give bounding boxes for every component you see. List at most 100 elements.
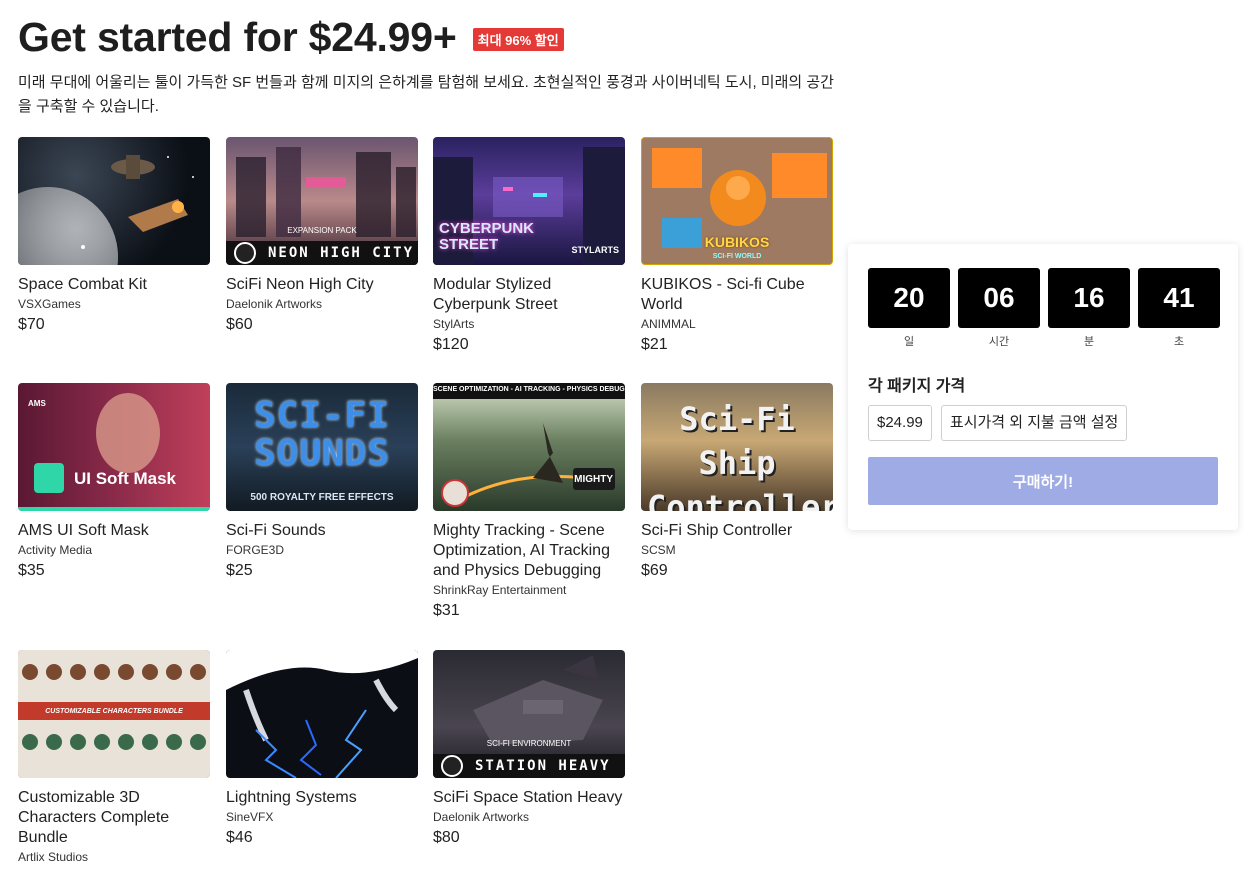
product-publisher: SineVFX [226, 810, 274, 824]
countdown-days-value: 20 [868, 268, 950, 328]
page-title: Get started for $24.99+ [18, 14, 457, 60]
product-price: $70 [18, 316, 45, 333]
thumb-subtitle: STYLARTS [571, 245, 619, 255]
product-card[interactable]: Lightning Systems SineVFX $46 [226, 650, 418, 847]
product-thumbnail[interactable]: KUBIKOS SCI-FI WORLD [641, 137, 833, 265]
product-price: $21 [641, 336, 668, 353]
thumb-title: STATION HEAVY [475, 758, 611, 774]
product-thumbnail[interactable]: AMS UI Soft Mask [18, 383, 210, 511]
countdown-hours-value: 06 [958, 268, 1040, 328]
product-thumbnail[interactable]: Sci-Fi Ship Controller [641, 383, 833, 511]
tier-price-label: 각 패키지 가격 [868, 378, 966, 395]
thumb-title: CUSTOMIZABLE CHARACTERS BUNDLE [45, 708, 183, 715]
product-thumbnail[interactable]: CYBERPUNK STREET STYLARTS [433, 137, 625, 265]
product-card[interactable]: Sci-Fi Ship Controller Sci-Fi Ship Contr… [641, 383, 833, 580]
product-publisher: VSXGames [18, 297, 81, 311]
product-publisher: Artlix Studios [18, 850, 89, 864]
product-price: $31 [433, 602, 460, 619]
countdown-minutes: 16 분 [1048, 268, 1130, 349]
countdown-days: 20 일 [868, 268, 950, 349]
product-title[interactable]: SciFi Neon High City [226, 275, 418, 295]
product-price: $80 [433, 829, 460, 846]
product-card[interactable]: AMS UI Soft Mask AMS UI Soft Mask Activi… [18, 383, 210, 580]
product-card[interactable]: KUBIKOS SCI-FI WORLD KUBIKOS - Sci-fi Cu… [641, 137, 833, 354]
product-publisher: ShrinkRay Entertainment [433, 583, 567, 597]
thumb-title: CYBERPUNK STREET [439, 220, 535, 253]
daelonik-logo-icon [441, 755, 463, 777]
product-publisher: SCSM [641, 543, 676, 557]
product-title[interactable]: Space Combat Kit [18, 275, 210, 295]
price-options: $24.99 표시가격 외 지불 금액 설정 [868, 405, 1128, 441]
buy-button[interactable]: 구매하기! [868, 457, 1218, 505]
product-price: $46 [226, 829, 253, 846]
product-card[interactable]: SCI-FI SOUNDS 500 ROYALTY FREE EFFECTS S… [226, 383, 418, 580]
custom-amount-button[interactable]: 표시가격 외 지불 금액 설정 [940, 405, 1128, 441]
product-thumbnail[interactable]: CUSTOMIZABLE CHARACTERS BUNDLE [18, 650, 210, 778]
countdown-seconds: 41 초 [1138, 268, 1220, 349]
product-price: $60 [226, 316, 253, 333]
product-card[interactable]: Space Combat Kit VSXGames $70 [18, 137, 210, 334]
space-scene-image [18, 155, 194, 265]
bundle-description: 미래 무대에 어울리는 툴이 가득한 SF 번들과 함께 미지의 은하계를 탐험… [18, 74, 834, 115]
thumb-subtitle: SCI-FI WORLD [712, 253, 762, 260]
product-title[interactable]: Sci-Fi Ship Controller [641, 521, 833, 541]
product-thumbnail[interactable] [18, 137, 210, 265]
countdown-minutes-label: 분 [1083, 336, 1095, 348]
bundle-header: Get started for $24.99+ 최대 96% 할인 미래 무대에… [18, 14, 848, 119]
title-strip: NEON HIGH CITY [226, 241, 418, 265]
countdown-seconds-label: 초 [1173, 336, 1185, 348]
product-card[interactable]: CUSTOMIZABLE CHARACTERS BUNDLE Customiza… [18, 650, 210, 869]
product-thumbnail[interactable]: EXPANSION PACK NEON HIGH CITY [226, 137, 418, 265]
product-publisher: FORGE3D [226, 543, 285, 557]
thumb-subtitle: MIGHTY [574, 474, 613, 485]
product-publisher: Daelonik Artworks [226, 297, 323, 311]
product-thumbnail[interactable] [226, 650, 418, 778]
thumb-subtitle: 500 ROYALTY FREE EFFECTS [250, 492, 394, 503]
countdown-minutes-value: 16 [1048, 268, 1130, 328]
thumb-subtitle: SCI-FI ENVIRONMENT [486, 739, 572, 748]
countdown-seconds-value: 41 [1138, 268, 1220, 328]
product-publisher: ANIMMAL [641, 317, 696, 331]
thumb-title: NEON HIGH CITY [268, 245, 415, 261]
lightning-image [226, 650, 418, 778]
thumb-title: UI Soft Mask [74, 469, 177, 488]
product-thumbnail[interactable]: SCENE OPTIMIZATION - AI TRACKING - PHYSI… [433, 383, 625, 511]
product-publisher: Activity Media [18, 543, 93, 557]
product-price: $69 [641, 562, 668, 579]
product-publisher: Daelonik Artworks [433, 810, 530, 824]
product-card[interactable]: SCENE OPTIMIZATION - AI TRACKING - PHYSI… [433, 383, 625, 620]
product-title[interactable]: Mighty Tracking - Scene Optimization, AI… [433, 521, 625, 581]
countdown-days-label: 일 [903, 336, 915, 348]
mighty-tracking-image [441, 423, 615, 507]
thumb-title: Sci-Fi Ship Controller [647, 400, 833, 511]
discount-badge: 최대 96% 할인 [472, 28, 564, 51]
countdown-hours: 06 시간 [958, 268, 1040, 349]
product-card[interactable]: EXPANSION PACK NEON HIGH CITY SciFi Neon… [226, 137, 418, 334]
soft-mask-logo-icon [34, 463, 64, 493]
thumb-subtitle: AMS [28, 399, 46, 408]
title-strip: STATION HEAVY [433, 754, 625, 778]
thumb-title: KUBIKOS [704, 234, 770, 250]
product-price: $35 [18, 562, 45, 579]
product-price: $120 [433, 336, 469, 353]
product-title[interactable]: Modular Stylized Cyberpunk Street [433, 275, 625, 315]
product-title[interactable]: Customizable 3D Characters Complete Bund… [18, 788, 210, 848]
product-card[interactable]: CYBERPUNK STREET STYLARTS Modular Styliz… [433, 137, 625, 354]
thumb-subtitle: EXPANSION PACK [287, 226, 357, 235]
product-thumbnail[interactable]: SCI-FI ENVIRONMENT STATION HEAVY [433, 650, 625, 778]
product-title[interactable]: Sci-Fi Sounds [226, 521, 418, 541]
product-title[interactable]: KUBIKOS - Sci-fi Cube World [641, 275, 833, 315]
product-thumbnail[interactable]: SCI-FI SOUNDS 500 ROYALTY FREE EFFECTS [226, 383, 418, 511]
product-title[interactable]: AMS UI Soft Mask [18, 521, 210, 541]
price-option-button[interactable]: $24.99 [868, 405, 932, 441]
product-price: $25 [226, 562, 253, 579]
product-publisher: StylArts [433, 317, 475, 331]
purchase-panel: 20 일 06 시간 16 분 41 초 각 패키지 가격 $24.99 표시가… [848, 244, 1238, 530]
daelonik-logo-icon [234, 242, 256, 264]
product-title[interactable]: Lightning Systems [226, 788, 418, 808]
thumb-title: SCI-FI SOUNDS [253, 395, 391, 474]
product-title[interactable]: SciFi Space Station Heavy [433, 788, 625, 808]
product-card[interactable]: SCI-FI ENVIRONMENT STATION HEAVY SciFi S… [433, 650, 625, 847]
countdown-timer: 20 일 06 시간 16 분 41 초 [868, 268, 1220, 349]
countdown-hours-label: 시간 [988, 336, 1010, 348]
